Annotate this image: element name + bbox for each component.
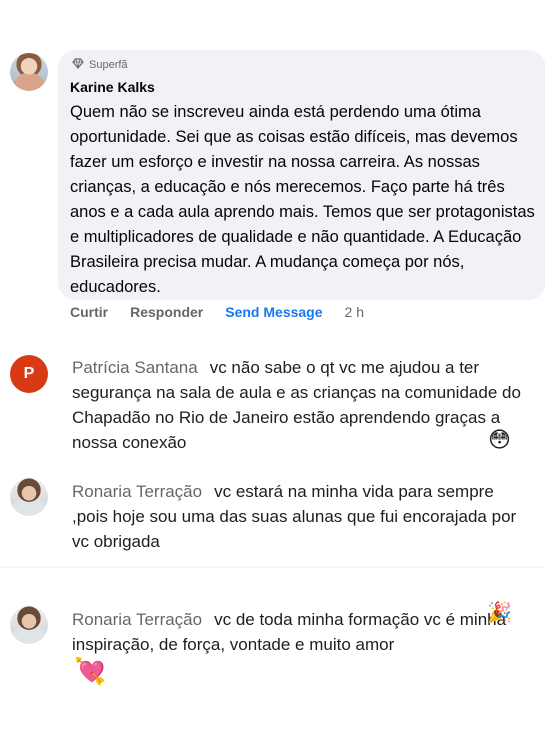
divider [0, 566, 545, 568]
timestamp[interactable]: 2 h [345, 304, 364, 320]
avatar[interactable] [10, 53, 48, 91]
avatar-letter: P [23, 365, 35, 382]
comment-author[interactable]: Patrícia Santana [72, 358, 198, 377]
comment-text: Quem não se inscreveu ainda está perdend… [70, 103, 535, 296]
reply-button[interactable]: Responder [130, 304, 203, 320]
comment-author[interactable]: Ronaria Terração [72, 482, 202, 501]
party-popper-emoji: 🎉 [487, 602, 512, 624]
avatar[interactable] [10, 606, 48, 644]
comment-text-block: Ronaria Terração vc de toda minha formaçã… [72, 607, 532, 657]
badge-label: Superfã [89, 59, 128, 71]
comment-text-block: Ronaria Terração vc estará na minha vida … [72, 479, 532, 554]
comment-author[interactable]: Karine Kalks [70, 79, 155, 95]
avatar[interactable] [10, 478, 48, 516]
comment-actions: Curtir Responder Send Message 2 h [70, 304, 364, 320]
top-fan-badge: Superfã [72, 58, 128, 72]
avatar[interactable]: P [10, 355, 48, 393]
diamond-icon [72, 58, 84, 72]
send-message-button[interactable]: Send Message [225, 304, 322, 320]
comment-author[interactable]: Ronaria Terração [72, 610, 202, 629]
like-button[interactable]: Curtir [70, 304, 108, 320]
flushed-face-emoji: 😳 [488, 427, 511, 452]
heart-arrow-emoji: 💘 [74, 656, 107, 686]
comment-text-block: Patrícia Santana vc não sabe o qt vc me a… [72, 355, 532, 455]
